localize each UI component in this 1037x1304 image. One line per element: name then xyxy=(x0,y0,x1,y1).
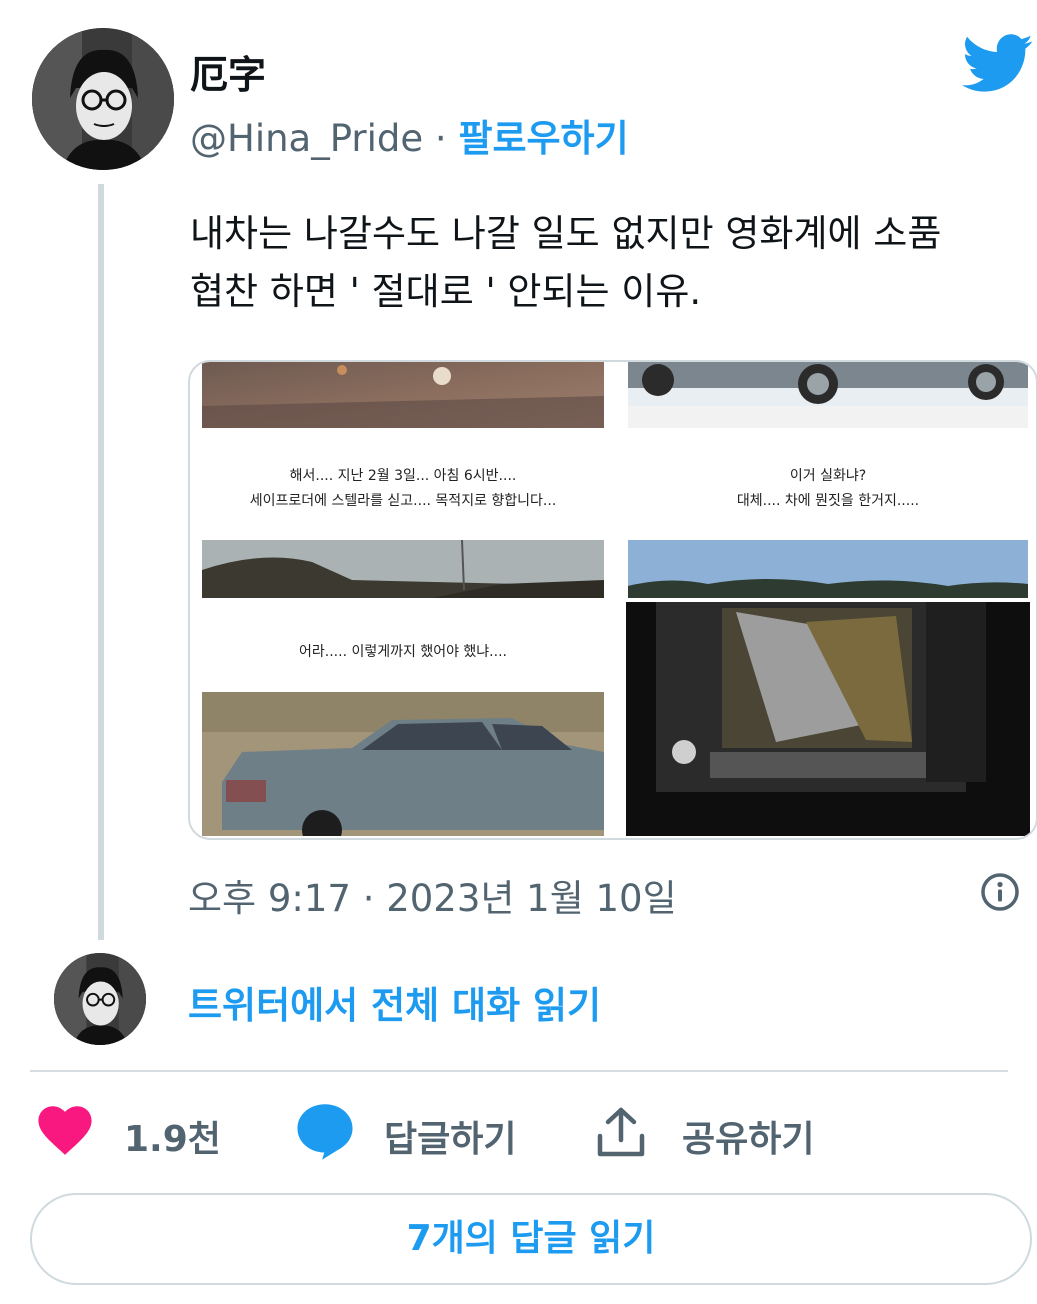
media-panel-bottom-left[interactable]: 어라..... 이렇게까지 했어야 했냐.... xyxy=(200,540,606,836)
reply-button[interactable]: 답글하기 xyxy=(384,1110,516,1162)
like-count[interactable]: 1.9천 xyxy=(124,1110,221,1162)
caption-line: 대체.... 차에 뭔짓을 한거지..... xyxy=(736,493,920,509)
sky-treeline-photo xyxy=(628,540,1028,598)
media-panel-top-right[interactable]: 이거 실화냐? 대체.... 차에 뭔짓을 한거지..... xyxy=(626,362,1030,542)
read-conversation-link[interactable]: 트위터에서 전체 대화 읽기 xyxy=(188,975,601,1029)
tweet-text-line: 협찬 하면 ' 절대로 ' 안되는 이유. xyxy=(190,270,702,313)
handle-separator: · xyxy=(434,117,447,160)
caption-line: 해서.... 지난 2월 3일... 아침 6시반.... xyxy=(289,468,517,484)
info-icon[interactable] xyxy=(980,872,1020,912)
divider xyxy=(30,1070,1008,1072)
road-hills-photo xyxy=(202,540,604,598)
share-button[interactable]: 공유하기 xyxy=(682,1110,814,1162)
night-road-photo xyxy=(202,362,604,428)
tweet-text: 내차는 나갈수도 나갈 일도 없지만 영화계에 소품 협찬 하면 ' 절대로 '… xyxy=(190,205,1020,321)
car-interior-photo xyxy=(626,602,1030,836)
sedan-photo xyxy=(202,692,604,836)
speech-bubble-icon[interactable] xyxy=(296,1104,354,1160)
heart-icon[interactable] xyxy=(38,1106,92,1156)
share-upload-icon[interactable] xyxy=(596,1106,646,1158)
follow-button[interactable]: 팔로우하기 xyxy=(458,117,628,160)
caption-line: 이거 실화냐? xyxy=(789,468,867,484)
thread-line xyxy=(98,184,104,940)
author-avatar[interactable] xyxy=(32,28,174,170)
media-panel-top-left[interactable]: 해서.... 지난 2월 3일... 아침 6시반.... 세이프로더에 스텔라… xyxy=(200,362,606,542)
twitter-bird-icon[interactable] xyxy=(962,34,1034,94)
car-wheels-snow-photo xyxy=(628,362,1028,428)
media-grid[interactable]: 해서.... 지난 2월 3일... 아침 6시반.... 세이프로더에 스텔라… xyxy=(188,360,1037,840)
display-name[interactable]: 厄字 xyxy=(190,44,266,99)
tweet-text-line: 내차는 나갈수도 나갈 일도 없지만 영화계에 소품 xyxy=(190,212,942,255)
user-handle[interactable]: @Hina_Pride xyxy=(190,117,423,160)
media-panel-bottom-right[interactable] xyxy=(626,540,1030,836)
caption-line: 어라..... 이렇게까지 했어야 했냐.... xyxy=(299,644,507,660)
conversation-avatar[interactable] xyxy=(54,953,146,1045)
read-replies-button[interactable]: 7개의 답글 읽기 xyxy=(30,1193,1032,1285)
handle-row: @Hina_Pride · 팔로우하기 xyxy=(190,108,629,162)
tweet-timestamp[interactable]: 오후 9:17 · 2023년 1월 10일 xyxy=(188,868,677,922)
caption-line: 세이프로더에 스텔라를 싣고.... 목적지로 향합니다... xyxy=(249,493,557,509)
